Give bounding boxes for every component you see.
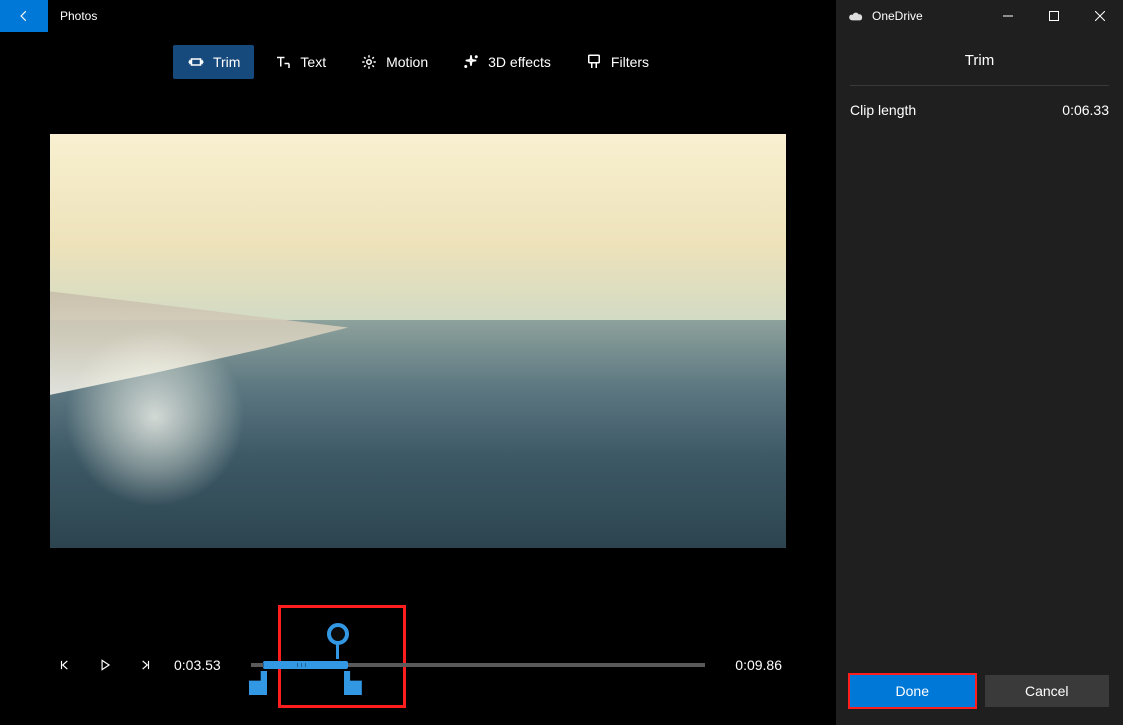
tool-text-label: Text [300, 54, 326, 70]
playback-controls: 0:03.53 0:09.86 [0, 605, 836, 725]
start-time-label: 0:03.53 [174, 657, 221, 673]
trim-timeline[interactable] [251, 663, 706, 667]
title-bar: Photos [0, 0, 836, 32]
tool-motion[interactable]: Motion [346, 45, 442, 79]
playhead[interactable] [327, 623, 349, 645]
tool-3d-label: 3D effects [488, 54, 551, 70]
motion-icon [360, 53, 378, 71]
tool-trim[interactable]: Trim [173, 45, 254, 79]
cloud-icon [848, 10, 864, 22]
close-button[interactable] [1077, 0, 1123, 32]
tool-3d-effects[interactable]: 3D effects [448, 45, 565, 79]
trim-icon [187, 53, 205, 71]
video-preview-area [0, 92, 836, 605]
text-icon [274, 53, 292, 71]
cancel-button[interactable]: Cancel [985, 675, 1110, 707]
video-preview[interactable] [50, 134, 786, 548]
prev-frame-button[interactable] [54, 654, 76, 676]
filters-icon [585, 53, 603, 71]
tool-trim-label: Trim [213, 54, 240, 70]
tool-text[interactable]: Text [260, 45, 340, 79]
edit-toolbar: Trim Text Motion 3D effects [0, 32, 836, 92]
clip-length-label: Clip length [850, 102, 916, 118]
clip-length-row: Clip length 0:06.33 [836, 86, 1123, 134]
trim-handle-start[interactable] [249, 671, 267, 695]
back-button[interactable] [0, 0, 48, 32]
clip-length-value: 0:06.33 [1062, 102, 1109, 118]
trim-selection[interactable] [251, 649, 360, 681]
side-panel-footer: Done Cancel [836, 663, 1123, 725]
next-frame-button[interactable] [134, 654, 156, 676]
end-time-label: 0:09.86 [735, 657, 782, 673]
play-button[interactable] [94, 654, 116, 676]
side-panel-app-name: OneDrive [872, 9, 923, 23]
tool-filters[interactable]: Filters [571, 45, 663, 79]
side-panel-title: Trim [850, 52, 1109, 86]
tool-filters-label: Filters [611, 54, 649, 70]
minimize-button[interactable] [985, 0, 1031, 32]
trim-handle-end[interactable] [344, 671, 362, 695]
side-panel-titlebar: OneDrive [836, 0, 1123, 32]
maximize-button[interactable] [1031, 0, 1077, 32]
done-button[interactable]: Done [850, 675, 975, 707]
sparkle-icon [462, 53, 480, 71]
app-title: Photos [60, 9, 97, 23]
tool-motion-label: Motion [386, 54, 428, 70]
